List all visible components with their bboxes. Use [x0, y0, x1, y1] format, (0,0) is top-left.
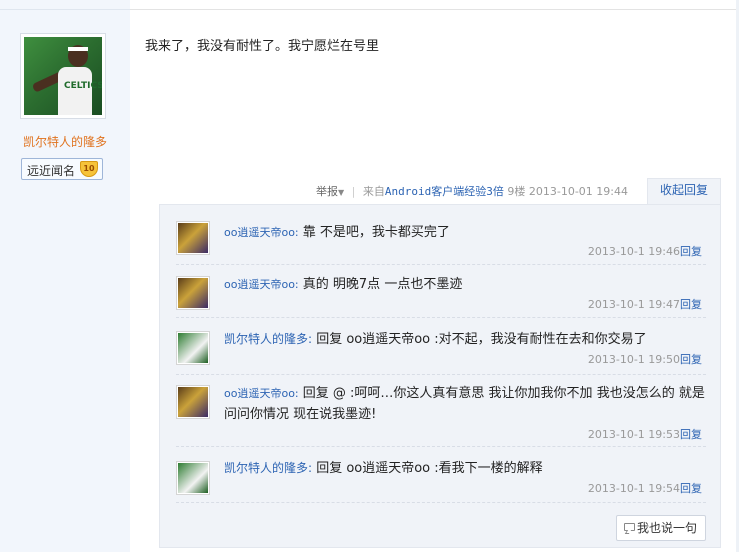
add-comment-label: 我也说一句 [636, 521, 697, 535]
lakers-player-avatar-icon [178, 387, 208, 417]
author-username[interactable]: 凯尔特人的隆多 [0, 133, 130, 150]
reply-text: 回复 oo逍遥天帝oo :对不起，我没有耐性在去和你交易了 [316, 332, 647, 347]
reply-avatar[interactable] [176, 331, 210, 365]
post-meta-bar: 举报▼ | 来自Android客户端经验3倍 9楼 2013-10-01 19:… [316, 183, 628, 199]
floor-number: 9楼 [507, 185, 526, 198]
reply-link[interactable]: 回复 [680, 298, 702, 311]
reply-body: 凯尔特人的隆多: 回复 oo逍遥天帝oo :对不起，我没有耐性在去和你交易了 [224, 329, 704, 350]
client-prefix: 来自 [362, 185, 385, 198]
lakers-player-avatar-icon [178, 223, 208, 253]
reply-body: oo逍遥天帝oo: 靠 不是吧，我卡都买完了 [224, 222, 704, 243]
reply-time: 2013-10-1 19:46 [587, 245, 680, 258]
reply-text: 回复 oo逍遥天帝oo :看我下一楼的解释 [316, 461, 543, 476]
reply-body: oo逍遥天帝oo: 真的 明晚7点 一点也不墨迹 [224, 274, 704, 295]
reply-divider [176, 317, 706, 318]
celtics-player-avatar-icon [178, 333, 208, 363]
reply-body: oo逍遥天帝oo: 回复 @ :呵呵…你这人真有意思 我让你加我你不加 我也没怎… [224, 383, 708, 425]
post-top-divider [130, 0, 739, 10]
add-comment-button[interactable]: 我也说一句 [616, 515, 706, 541]
list-item: 凯尔特人的隆多: 回复 oo逍遥天帝oo :对不起，我没有耐性在去和你交易了 2… [176, 331, 706, 385]
reply-avatar[interactable] [176, 221, 210, 255]
reply-username[interactable]: oo逍遥天帝oo: [224, 226, 299, 239]
level-badge-icon: 10 [80, 161, 98, 177]
reply-username[interactable]: 凯尔特人的隆多: [224, 332, 312, 346]
speech-bubble-icon [624, 523, 635, 531]
author-avatar[interactable]: CELTICS [20, 33, 106, 119]
reply-avatar[interactable] [176, 461, 210, 495]
report-link[interactable]: 举报 [316, 185, 338, 198]
author-rank-badge[interactable]: 远近闻名 10 [21, 158, 103, 180]
reply-time: 2013-10-1 19:47 [587, 298, 680, 311]
reply-link[interactable]: 回复 [680, 353, 702, 366]
rank-label: 远近闻名 [27, 164, 76, 178]
reply-username[interactable]: 凯尔特人的隆多: [224, 461, 312, 475]
post-time: 2013-10-01 19:44 [528, 185, 628, 198]
reply-footer: 2013-10-1 19:53回复 [588, 426, 702, 442]
android-client-link[interactable]: Android客户端经验3倍 [385, 185, 504, 198]
sidebar-top-divider [0, 0, 130, 10]
list-item: oo逍遥天帝oo: 靠 不是吧，我卡都买完了 2013-10-1 19:46回复 [176, 221, 706, 275]
list-item: oo逍遥天帝oo: 回复 @ :呵呵…你这人真有意思 我让你加我你不加 我也没怎… [176, 385, 706, 457]
reply-link[interactable]: 回复 [680, 428, 702, 441]
list-item: 凯尔特人的隆多: 回复 oo逍遥天帝oo :看我下一楼的解释 2013-10-1… [176, 461, 706, 515]
reply-username[interactable]: oo逍遥天帝oo: [224, 278, 299, 291]
lakers-player-avatar-icon [178, 278, 208, 308]
post-content: 我来了，我没有耐性了。我宁愿烂在号里 [145, 39, 380, 54]
reply-divider [176, 374, 706, 375]
reply-body: 凯尔特人的隆多: 回复 oo逍遥天帝oo :看我下一楼的解释 [224, 458, 704, 479]
reply-footer: 2013-10-1 19:54回复 [588, 480, 702, 496]
reply-footer: 2013-10-1 19:46回复 [588, 243, 702, 259]
chevron-down-icon[interactable]: ▼ [338, 188, 344, 197]
reply-username[interactable]: oo逍遥天帝oo: [224, 387, 299, 400]
reply-link[interactable]: 回复 [680, 245, 702, 258]
reply-divider [176, 264, 706, 265]
reply-list: oo逍遥天帝oo: 靠 不是吧，我卡都买完了 2013-10-1 19:46回复… [159, 204, 721, 548]
reply-footer: 2013-10-1 19:47回复 [588, 296, 702, 312]
reply-time: 2013-10-1 19:50 [587, 353, 680, 366]
reply-avatar[interactable] [176, 385, 210, 419]
celtics-player-avatar-icon [178, 463, 208, 493]
reply-time: 2013-10-1 19:54 [587, 482, 680, 495]
reply-footer: 2013-10-1 19:50回复 [588, 351, 702, 367]
meta-separator: | [351, 185, 356, 198]
collapse-replies-button[interactable]: 收起回复 [647, 178, 721, 204]
reply-divider [176, 502, 706, 503]
reply-text: 靠 不是吧，我卡都买完了 [302, 225, 450, 240]
reply-avatar[interactable] [176, 276, 210, 310]
reply-text: 真的 明晚7点 一点也不墨迹 [302, 277, 463, 292]
celtics-player-avatar-icon: CELTICS [24, 37, 102, 115]
reply-divider [176, 446, 706, 447]
list-item: oo逍遥天帝oo: 真的 明晚7点 一点也不墨迹 2013-10-1 19:47… [176, 276, 706, 330]
reply-time: 2013-10-1 19:53 [587, 428, 680, 441]
reply-link[interactable]: 回复 [680, 482, 702, 495]
